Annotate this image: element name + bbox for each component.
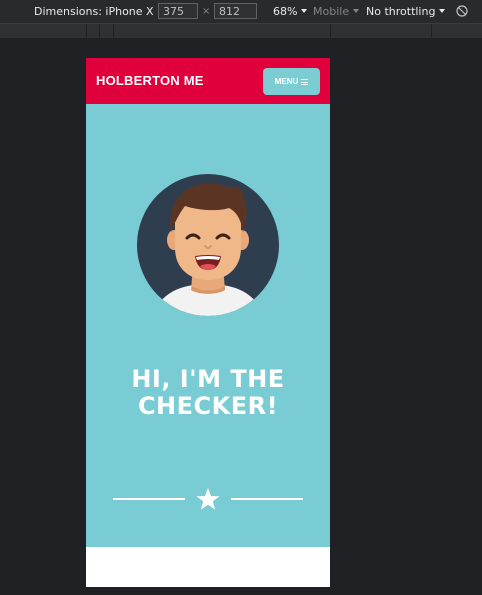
star-divider: [86, 486, 330, 512]
site-header: HOLBERTON ME MENU: [86, 58, 330, 104]
divider-line-left: [113, 498, 185, 500]
menu-button-label: MENU: [274, 77, 299, 86]
chevron-down-icon: [353, 9, 360, 13]
device-viewport: HOLBERTON ME MENU HI, I'M THE CHECKER!: [86, 58, 330, 587]
headline-line-1: HI, I'M THE: [131, 365, 285, 393]
height-input[interactable]: 812: [214, 3, 257, 19]
chevron-down-icon: [439, 9, 446, 13]
media-query-ruler[interactable]: [0, 24, 482, 38]
ruler-segment[interactable]: [99, 24, 100, 38]
chevron-down-icon: [301, 9, 308, 13]
ruler-segment[interactable]: [113, 24, 114, 38]
width-input[interactable]: 375: [158, 3, 198, 19]
devtools-device-toolbar: Dimensions: iPhone X 375 × 812 68% Mobil…: [0, 0, 482, 24]
headline-line-2: CHECKER!: [137, 392, 279, 420]
device-type-select[interactable]: Mobile: [313, 0, 360, 23]
zoom-value: 68%: [273, 5, 298, 18]
menu-button[interactable]: MENU: [263, 68, 320, 95]
site-brand[interactable]: HOLBERTON ME: [96, 73, 204, 88]
zoom-select[interactable]: 68%: [273, 0, 308, 23]
hamburger-icon: [301, 79, 309, 85]
ruler-segment[interactable]: [431, 24, 432, 38]
page-bottom-section: [86, 547, 330, 587]
throttling-select[interactable]: No throttling: [366, 0, 446, 23]
ruler-segment[interactable]: [86, 24, 87, 38]
device-select[interactable]: Dimensions: iPhone X: [34, 0, 164, 23]
divider-line-right: [231, 498, 303, 500]
no-touch-icon[interactable]: [456, 5, 468, 17]
throttling-label: No throttling: [366, 5, 436, 18]
hero-section: HI, I'M THE CHECKER!: [86, 104, 330, 547]
ruler-segment[interactable]: [330, 24, 331, 38]
hero-headline: HI, I'M THE CHECKER!: [86, 366, 330, 420]
device-select-label: Dimensions: iPhone X: [34, 5, 154, 18]
star-icon: [196, 488, 220, 510]
device-type-label: Mobile: [313, 5, 350, 18]
dimension-separator: ×: [202, 6, 211, 17]
checker-avatar: [137, 174, 279, 316]
